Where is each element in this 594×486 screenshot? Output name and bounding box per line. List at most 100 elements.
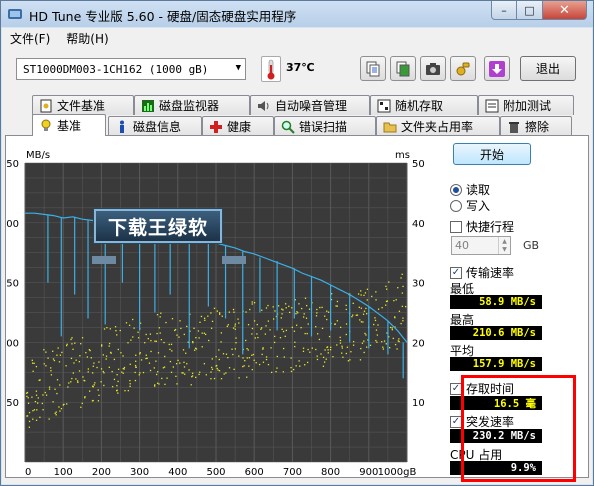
access-time-point [135, 366, 137, 368]
access-time-point [242, 357, 244, 359]
short-stroke-input[interactable]: 40 ▲ ▼ [451, 236, 511, 255]
x-tick-label: 1000gB [378, 467, 417, 478]
access-time-point [295, 365, 297, 367]
access-time-point [220, 378, 223, 380]
exit-button[interactable]: 退出 [520, 56, 576, 81]
access-time-point [198, 337, 200, 339]
tab-file-benchmark[interactable]: 文件基准 [32, 95, 134, 115]
access-time-point [42, 394, 44, 396]
y-right-tick-label: 40 [412, 219, 425, 230]
access-time-point [248, 357, 251, 359]
access-time-point [260, 328, 262, 330]
access-time-point [252, 353, 255, 356]
access-time-point [235, 342, 237, 344]
access-time-point [394, 343, 397, 346]
burst-rate-value: 230.2 MB/s [472, 430, 536, 442]
access-time-point [385, 285, 387, 287]
access-time-point [267, 320, 270, 322]
access-time-point [175, 375, 177, 378]
access-time-checkbox[interactable]: ✓ 存取时间 [450, 380, 514, 397]
access-time-point [32, 410, 34, 412]
access-time-point [86, 356, 88, 358]
benchmark-panel: 250 200 150 100 50 50 40 30 20 10 MB/s ms 0 100 200 300… [5, 135, 589, 478]
x-tick-label: 500 [206, 467, 225, 478]
tab-benchmark[interactable]: 基准 [32, 114, 106, 136]
access-time-point [66, 403, 68, 405]
access-time-point [137, 331, 139, 333]
access-time-point [225, 353, 228, 355]
tab-health[interactable]: 健康 [202, 116, 274, 136]
drive-select[interactable]: ST1000DM003-1CH162 (1000 gB) ▼ [16, 58, 246, 80]
short-stroke-checkbox[interactable]: 快捷行程 [450, 218, 514, 235]
start-button[interactable]: 开始 [453, 143, 531, 165]
checkbox-box: ✓ [450, 266, 462, 279]
access-time-point [307, 323, 309, 325]
menu-file[interactable]: 文件(F) [10, 30, 50, 47]
access-time-point [324, 349, 326, 351]
access-time-point [156, 332, 158, 335]
spinner-arrows[interactable]: ▲ ▼ [498, 237, 510, 254]
access-time-point [195, 337, 197, 339]
write-radio[interactable]: 写入 [450, 197, 490, 214]
access-time-point [394, 317, 396, 319]
access-time-point [145, 333, 147, 336]
access-time-point [94, 382, 96, 384]
access-time-point [365, 307, 367, 310]
access-time-point [191, 372, 194, 374]
burst-rate-checkbox[interactable]: ✓ 突发速率 [450, 413, 514, 430]
read-label: 读取 [466, 183, 491, 197]
access-time-point [163, 366, 166, 368]
access-time-point [106, 326, 108, 329]
access-time-point [27, 402, 30, 404]
read-radio[interactable]: 读取 [450, 181, 490, 198]
access-time-point [89, 390, 91, 392]
access-time-point [363, 351, 365, 354]
transfer-rate-checkbox[interactable]: ✓ 传输速率 [450, 264, 514, 281]
access-time-point [93, 384, 95, 386]
tab-random-access[interactable]: 随机存取 [370, 95, 478, 115]
options-button[interactable] [450, 56, 476, 81]
access-time-point [47, 357, 49, 359]
access-time-point [220, 332, 223, 334]
access-time-point [328, 335, 331, 338]
download-button[interactable] [484, 56, 510, 81]
tab-disk-info[interactable]: 磁盘信息 [108, 116, 202, 136]
access-time-point [363, 294, 365, 297]
title-bar[interactable]: HD Tune 专业版 5.60 - 硬盘/固态硬盘实用程序 – □ ✕ [1, 1, 593, 27]
menu-help[interactable]: 帮助(H) [66, 30, 108, 47]
access-time-point [92, 399, 94, 402]
access-time-point [156, 382, 159, 384]
access-time-point [402, 320, 404, 322]
access-time-point [132, 318, 134, 321]
copy-screenshot-button[interactable] [390, 56, 416, 81]
tab-disk-monitor[interactable]: 磁盘监视器 [134, 95, 250, 115]
access-time-point [352, 302, 354, 304]
download-icon [489, 60, 505, 77]
minimize-button[interactable]: – [491, 1, 517, 20]
access-time-point [204, 319, 206, 321]
screenshot-button[interactable] [420, 56, 446, 81]
access-time-point [97, 400, 100, 402]
access-time-point [321, 327, 324, 330]
access-time-point [159, 316, 161, 318]
y-left-tick-label: 250 [6, 159, 19, 170]
access-time-point [288, 305, 290, 307]
copy-text-button[interactable] [360, 56, 386, 81]
tab-error-scan[interactable]: 错误扫描 [274, 116, 376, 136]
tab-extra-tests[interactable]: 附加测试 [478, 95, 574, 115]
tab-aam[interactable]: 自动噪音管理 [250, 95, 370, 115]
tab-erase[interactable]: 擦除 [500, 116, 572, 136]
maximize-button[interactable]: □ [517, 1, 543, 20]
access-time-point [166, 377, 168, 379]
access-time-point [339, 326, 342, 329]
window-title: HD Tune 专业版 5.60 - 硬盘/固态硬盘实用程序 [29, 9, 297, 24]
access-time-point [363, 340, 365, 342]
access-time-point [50, 367, 52, 369]
access-time-point [213, 307, 216, 309]
tab-folder-usage[interactable]: 文件夹占用率 [376, 116, 500, 136]
close-button[interactable]: ✕ [543, 1, 587, 20]
access-time-point [195, 348, 198, 350]
access-time-point [262, 361, 265, 363]
access-time-point [153, 367, 155, 369]
access-time-point [294, 341, 296, 343]
